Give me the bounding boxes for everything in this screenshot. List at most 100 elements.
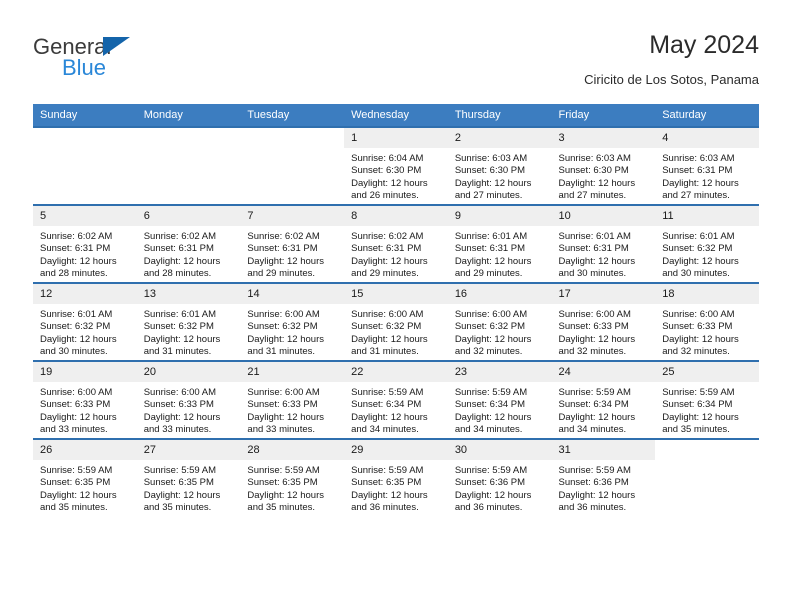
day-detail-line: Sunset: 6:36 PM bbox=[558, 477, 629, 489]
calendar-day-cell[interactable]: 8 Sunrise: 6:02 AM Sunset: 6:31 PM Daylight… bbox=[344, 204, 448, 283]
calendar-day-cell[interactable]: 21 Sunrise: 6:00 AM Sunset: 6:33 PM Dayligh… bbox=[240, 360, 345, 439]
calendar-day-cell[interactable]: 1 Sunrise: 6:04 AM Sunset: 6:30 PM Daylight… bbox=[344, 126, 448, 205]
calendar-day-cell[interactable]: 15 Sunrise: 6:00 AM Sunset: 6:32 PM Dayligh… bbox=[344, 282, 448, 361]
day-details: Sunrise: 6:01 AM Sunset: 6:31 PM Daylight:… bbox=[552, 226, 656, 281]
weekday-header-tuesday: Tuesday bbox=[240, 104, 345, 127]
day-number: 12 bbox=[33, 284, 137, 304]
calendar-day-cell[interactable]: 23 Sunrise: 5:59 AM Sunset: 6:34 PM Dayligh… bbox=[447, 360, 552, 439]
day-details: Sunrise: 5:59 AM Sunset: 6:35 PM Daylight:… bbox=[137, 460, 241, 515]
day-details: Sunrise: 6:01 AM Sunset: 6:32 PM Daylight:… bbox=[655, 226, 759, 281]
day-details: Sunrise: 6:03 AM Sunset: 6:31 PM Daylight:… bbox=[655, 148, 759, 203]
calendar-table: Sunday Monday Tuesday Wednesday Thursday Frid… bbox=[33, 104, 759, 516]
day-number: 3 bbox=[551, 128, 656, 148]
day-box: 1 Sunrise: 6:04 AM Sunset: 6:30 PM Daylight… bbox=[344, 128, 448, 204]
day-detail-line: Sunrise: 6:03 AM bbox=[454, 153, 528, 164]
calendar-day-cell[interactable]: 16 Sunrise: 6:00 AM Sunset: 6:32 PM Dayligh… bbox=[447, 282, 552, 361]
calendar-day-cell[interactable]: 5 Sunrise: 6:02 AM Sunset: 6:31 PM Daylight… bbox=[33, 204, 137, 283]
day-detail-line: Daylight: 12 hours bbox=[351, 411, 428, 423]
calendar-day-cell[interactable]: 7 Sunrise: 6:02 AM Sunset: 6:31 PM Daylight… bbox=[240, 204, 345, 283]
calendar-day-cell[interactable]: 28 Sunrise: 5:59 AM Sunset: 6:35 PM Dayligh… bbox=[240, 438, 345, 516]
day-detail-line: Daylight: 12 hours bbox=[40, 255, 117, 267]
day-number: 1 bbox=[344, 128, 448, 148]
day-detail-line: Sunset: 6:35 PM bbox=[143, 477, 214, 489]
logo-triangle-icon bbox=[103, 37, 130, 56]
calendar-day-cell[interactable]: 26 Sunrise: 5:59 AM Sunset: 6:35 PM Dayligh… bbox=[33, 438, 137, 516]
calendar-day-cell[interactable]: 10 Sunrise: 6:01 AM Sunset: 6:31 PM Dayligh… bbox=[551, 204, 656, 283]
day-detail-line: and 33 minutes. bbox=[143, 424, 212, 436]
calendar-day-cell[interactable]: 12 Sunrise: 6:01 AM Sunset: 6:32 PM Dayligh… bbox=[33, 282, 137, 361]
day-box: 21 Sunrise: 6:00 AM Sunset: 6:33 PM Dayligh… bbox=[240, 362, 345, 438]
day-detail-line: Sunrise: 6:01 AM bbox=[454, 231, 528, 242]
title-block: May 2024 Ciricito de Los Sotos, Panama bbox=[584, 30, 759, 88]
calendar-day-cell[interactable]: 6 Sunrise: 6:02 AM Sunset: 6:31 PM Daylight… bbox=[136, 204, 241, 283]
day-detail-line: Sunset: 6:33 PM bbox=[40, 399, 111, 411]
day-box: 26 Sunrise: 5:59 AM Sunset: 6:35 PM Dayligh… bbox=[33, 440, 137, 516]
calendar-empty-cell bbox=[655, 438, 759, 516]
calendar-day-cell[interactable]: 3 Sunrise: 6:03 AM Sunset: 6:30 PM Daylight… bbox=[551, 126, 656, 205]
calendar-day-cell[interactable]: 24 Sunrise: 5:59 AM Sunset: 6:34 PM Dayligh… bbox=[551, 360, 656, 439]
day-details: Sunrise: 6:02 AM Sunset: 6:31 PM Daylight:… bbox=[344, 226, 448, 281]
calendar-day-cell[interactable]: 20 Sunrise: 6:00 AM Sunset: 6:33 PM Dayligh… bbox=[136, 360, 241, 439]
day-detail-line: and 30 minutes. bbox=[662, 268, 730, 280]
day-box: 8 Sunrise: 6:02 AM Sunset: 6:31 PM Daylight… bbox=[344, 206, 448, 282]
day-number: 30 bbox=[447, 440, 552, 460]
calendar-day-cell[interactable]: 31 Sunrise: 5:59 AM Sunset: 6:36 PM Dayligh… bbox=[551, 438, 656, 516]
calendar-day-cell[interactable]: 27 Sunrise: 5:59 AM Sunset: 6:35 PM Dayligh… bbox=[136, 438, 241, 516]
day-details: Sunrise: 6:01 AM Sunset: 6:31 PM Daylight:… bbox=[448, 226, 552, 281]
calendar-day-cell[interactable]: 25 Sunrise: 5:59 AM Sunset: 6:34 PM Dayligh… bbox=[655, 360, 759, 439]
day-detail-line: Sunset: 6:32 PM bbox=[351, 321, 422, 333]
calendar-day-cell[interactable]: 4 Sunrise: 6:03 AM Sunset: 6:31 PM Daylight… bbox=[655, 126, 759, 205]
day-detail-line: Sunset: 6:33 PM bbox=[662, 321, 733, 333]
day-detail-line: Daylight: 12 hours bbox=[558, 411, 636, 423]
calendar-day-cell[interactable]: 13 Sunrise: 6:01 AM Sunset: 6:32 PM Dayligh… bbox=[136, 282, 241, 361]
day-details: Sunrise: 6:00 AM Sunset: 6:32 PM Daylight:… bbox=[448, 304, 552, 359]
day-detail-line: Daylight: 12 hours bbox=[247, 255, 324, 267]
calendar-day-cell[interactable]: 17 Sunrise: 6:00 AM Sunset: 6:33 PM Dayligh… bbox=[551, 282, 656, 361]
day-detail-line: Daylight: 12 hours bbox=[351, 333, 428, 345]
day-detail-line: Daylight: 12 hours bbox=[454, 411, 532, 423]
day-number: 19 bbox=[33, 362, 137, 382]
calendar-day-cell[interactable]: 19 Sunrise: 6:00 AM Sunset: 6:33 PM Dayligh… bbox=[33, 360, 137, 439]
calendar-day-cell[interactable]: 11 Sunrise: 6:01 AM Sunset: 6:32 PM Dayligh… bbox=[655, 204, 759, 283]
day-detail-line: Sunset: 6:32 PM bbox=[143, 321, 214, 333]
day-detail-line: Sunset: 6:34 PM bbox=[662, 399, 733, 411]
day-details: Sunrise: 6:00 AM Sunset: 6:33 PM Daylight:… bbox=[655, 304, 759, 359]
day-number: 20 bbox=[136, 362, 241, 382]
day-number: 5 bbox=[33, 206, 137, 226]
calendar-day-cell[interactable]: 2 Sunrise: 6:03 AM Sunset: 6:30 PM Daylight… bbox=[447, 126, 552, 205]
calendar-day-cell[interactable]: 14 Sunrise: 6:00 AM Sunset: 6:32 PM Dayligh… bbox=[240, 282, 345, 361]
calendar-day-cell[interactable]: 29 Sunrise: 5:59 AM Sunset: 6:35 PM Dayligh… bbox=[344, 438, 448, 516]
day-detail-line: and 31 minutes. bbox=[247, 346, 316, 358]
day-box: 10 Sunrise: 6:01 AM Sunset: 6:31 PM Dayligh… bbox=[551, 206, 656, 282]
day-details: Sunrise: 5:59 AM Sunset: 6:36 PM Daylight:… bbox=[552, 460, 656, 515]
day-detail-line: Sunrise: 6:00 AM bbox=[351, 309, 424, 320]
day-box: 3 Sunrise: 6:03 AM Sunset: 6:30 PM Daylight… bbox=[551, 128, 656, 204]
day-detail-line: and 36 minutes. bbox=[558, 502, 627, 514]
day-detail-line: Daylight: 12 hours bbox=[662, 333, 739, 345]
day-detail-line: Sunrise: 6:01 AM bbox=[143, 309, 217, 320]
day-detail-line: Sunset: 6:31 PM bbox=[40, 243, 111, 255]
day-detail-line: and 35 minutes. bbox=[143, 502, 212, 514]
weekday-header-sunday: Sunday bbox=[33, 104, 137, 127]
calendar-day-cell[interactable]: 22 Sunrise: 5:59 AM Sunset: 6:34 PM Dayligh… bbox=[344, 360, 448, 439]
day-detail-line: Sunrise: 6:00 AM bbox=[662, 309, 735, 320]
calendar-day-cell[interactable]: 9 Sunrise: 6:01 AM Sunset: 6:31 PM Daylight… bbox=[447, 204, 552, 283]
day-detail-line: Daylight: 12 hours bbox=[454, 177, 532, 189]
calendar-day-cell[interactable]: 30 Sunrise: 5:59 AM Sunset: 6:36 PM Dayligh… bbox=[447, 438, 552, 516]
day-detail-line: Sunset: 6:31 PM bbox=[351, 243, 422, 255]
day-details: Sunrise: 6:02 AM Sunset: 6:31 PM Daylight:… bbox=[240, 226, 344, 281]
page-title: May 2024 bbox=[649, 31, 759, 59]
day-detail-line: Sunrise: 6:00 AM bbox=[247, 309, 320, 320]
day-detail-line: Daylight: 12 hours bbox=[662, 255, 739, 267]
day-detail-line: Sunset: 6:30 PM bbox=[558, 165, 629, 177]
day-details: Sunrise: 6:03 AM Sunset: 6:30 PM Daylight:… bbox=[448, 148, 552, 203]
calendar-day-cell[interactable]: 18 Sunrise: 6:00 AM Sunset: 6:33 PM Dayligh… bbox=[655, 282, 759, 361]
day-number: 8 bbox=[344, 206, 448, 226]
day-detail-line: Sunrise: 5:59 AM bbox=[351, 387, 424, 398]
day-detail-line: Sunrise: 6:02 AM bbox=[351, 231, 424, 242]
day-box: 19 Sunrise: 6:00 AM Sunset: 6:33 PM Dayligh… bbox=[33, 362, 137, 438]
day-number: 31 bbox=[551, 440, 656, 460]
day-detail-line: Sunrise: 5:59 AM bbox=[351, 465, 424, 476]
day-box: 15 Sunrise: 6:00 AM Sunset: 6:32 PM Dayligh… bbox=[344, 284, 448, 360]
day-details: Sunrise: 6:00 AM Sunset: 6:33 PM Daylight:… bbox=[33, 382, 137, 437]
